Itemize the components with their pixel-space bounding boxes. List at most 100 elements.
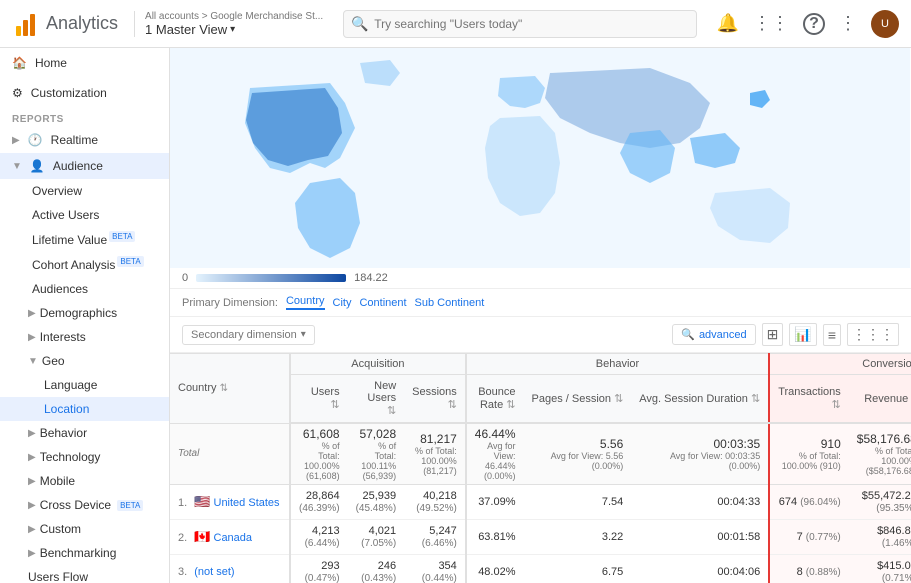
behavior-expand-icon: ▶ (28, 428, 36, 439)
sidebar-item-location[interactable]: Location (0, 397, 169, 421)
dimension-country[interactable]: Country (286, 295, 325, 310)
apps-icon[interactable]: ⋮⋮ (753, 13, 789, 34)
cell-sessions-0: 40,218 (49.52%) (404, 485, 466, 520)
new-users-sort-icon: ⇅ (387, 405, 396, 417)
sidebar-item-active-users[interactable]: Active Users (0, 203, 169, 227)
sidebar-item-custom[interactable]: ▶ Custom (0, 517, 169, 541)
avatar[interactable]: U (871, 10, 899, 38)
col-country-header: Country ⇅ (170, 354, 290, 424)
col-sessions-header[interactable]: Sessions ⇅ (404, 375, 466, 424)
reports-section-label: REPORTS (0, 108, 169, 127)
col-users-header[interactable]: Users ⇅ (290, 375, 348, 424)
avg-sort-icon: ⇅ (751, 393, 760, 405)
home-icon: 🏠 (12, 56, 27, 70)
dimension-sub-continent[interactable]: Sub Continent (415, 297, 485, 309)
cell-sessions-2: 354 (0.44%) (404, 555, 466, 583)
sidebar-item-technology[interactable]: ▶ Technology (0, 445, 169, 469)
cell-new-users-1: 4,021 (7.05%) (348, 520, 405, 555)
table-row: 2. 🇨🇦 Canada 4,213 (6.44%) 4,021 (7.05%)… (170, 520, 911, 555)
pages-sort-icon: ⇅ (614, 393, 623, 405)
help-icon[interactable]: ? (803, 13, 825, 35)
country-link-1[interactable]: Canada (214, 532, 253, 544)
sidebar-item-audiences[interactable]: Audiences (0, 277, 169, 301)
clock-icon: 🕐 (28, 133, 43, 147)
conversions-group-header: Conversions eCommerce ▾ (769, 354, 911, 375)
cell-revenue-1: $846.80 (1.46%) (849, 520, 911, 555)
benchmarking-expand-icon: ▶ (28, 548, 36, 559)
sidebar-item-interests[interactable]: ▶ Interests (0, 325, 169, 349)
sidebar: 🏠 Home ⚙ Customization REPORTS ▶ 🕐 Realt… (0, 48, 170, 583)
dimension-city[interactable]: City (333, 297, 352, 309)
totals-users-sub: % of Total: 100.00% (61,608) (299, 441, 340, 481)
audience-expand-icon: ▼ (12, 161, 22, 172)
more-icon[interactable]: ⋮ (839, 13, 857, 34)
cross-device-expand-icon: ▶ (28, 500, 36, 511)
notifications-icon[interactable]: 🔔 (717, 13, 739, 34)
col-revenue-header[interactable]: Revenue ↓ (849, 375, 911, 424)
master-view[interactable]: 1 Master View ▾ (145, 22, 323, 37)
secondary-dimension-selector[interactable]: Secondary dimension ▾ (182, 325, 315, 345)
filter-icon[interactable]: ≡ (823, 324, 841, 346)
chart-view-icon[interactable]: 📊 (789, 323, 816, 346)
table-controls-row: Secondary dimension ▾ 🔍 advanced ⊞ 📊 ≡ ⋮… (170, 317, 911, 353)
col-pages-session-header[interactable]: Pages / Session ⇅ (524, 375, 632, 424)
cell-new-users-0: 25,939 (45.48%) (348, 485, 405, 520)
acquisition-group-header: Acquisition (290, 354, 466, 375)
beta-badge3: BETA (117, 500, 143, 511)
sidebar-item-lifetime-value[interactable]: Lifetime ValueBETA (0, 227, 169, 252)
header: Analytics All accounts > Google Merchand… (0, 0, 911, 48)
dimension-continent[interactable]: Continent (359, 297, 406, 309)
country-sort-icon[interactable]: ⇅ (220, 383, 228, 394)
country-link-2[interactable]: (not set) (194, 566, 234, 578)
cell-revenue-0: $55,472.29 (95.35%) (849, 485, 911, 520)
cell-bounce-rate-1: 63.81% (466, 520, 524, 555)
sessions-sort-icon: ⇅ (448, 399, 457, 411)
totals-label: Total (170, 423, 290, 485)
col-bounce-rate-header[interactable]: Bounce Rate ⇅ (466, 375, 524, 424)
country-flag: 🇺🇸 (194, 494, 210, 509)
sidebar-item-demographics[interactable]: ▶ Demographics (0, 301, 169, 325)
beta-badge: BETA (109, 231, 135, 242)
cell-avg-session-0: 00:04:33 (631, 485, 769, 520)
sidebar-item-behavior[interactable]: ▶ Behavior (0, 421, 169, 445)
sidebar-item-audience[interactable]: ▼ 👤 Audience (0, 153, 169, 179)
totals-new-users: 57,028 % of Total: 100.11% (56,939) (348, 423, 405, 485)
map-legend: 0 184.22 (170, 268, 911, 288)
sidebar-item-cohort-analysis[interactable]: Cohort AnalysisBETA (0, 252, 169, 277)
cell-new-users-2: 246 (0.43%) (348, 555, 405, 583)
sidebar-item-customization[interactable]: ⚙ Customization (0, 78, 169, 108)
geo-expand-icon: ▼ (28, 356, 38, 367)
cell-transactions-1: 7 (0.77%) (769, 520, 849, 555)
search-input[interactable] (343, 10, 696, 38)
sidebar-item-benchmarking[interactable]: ▶ Benchmarking (0, 541, 169, 565)
map-section: 0 184.22 (170, 48, 911, 288)
sidebar-item-home[interactable]: 🏠 Home (0, 48, 169, 78)
search-advanced-btn[interactable]: 🔍 advanced (672, 324, 755, 345)
sidebar-item-realtime[interactable]: ▶ 🕐 Realtime (0, 127, 169, 153)
breadcrumb-top: All accounts > Google Merchandise St... (145, 11, 323, 22)
content-area: 0 184.22 Primary Dimension: Country City… (170, 48, 911, 583)
secondary-dimension-chevron: ▾ (301, 329, 306, 340)
sidebar-item-mobile[interactable]: ▶ Mobile (0, 469, 169, 493)
col-avg-session-header[interactable]: Avg. Session Duration ⇅ (631, 375, 769, 424)
sidebar-item-cross-device[interactable]: ▶ Cross DeviceBETA (0, 493, 169, 517)
cell-pages-session-1: 3.22 (524, 520, 632, 555)
sidebar-item-geo[interactable]: ▼ Geo (0, 349, 169, 373)
sidebar-item-users-flow[interactable]: Users Flow (0, 565, 169, 583)
bounce-sort-icon: ⇅ (506, 399, 515, 411)
custom-expand-icon: ▶ (28, 524, 36, 535)
country-link-0[interactable]: United States (214, 497, 280, 509)
totals-users: 61,608 % of Total: 100.00% (61,608) (290, 423, 348, 485)
breadcrumb: All accounts > Google Merchandise St... … (134, 11, 323, 37)
sidebar-item-overview[interactable]: Overview (0, 179, 169, 203)
header-icons: 🔔 ⋮⋮ ? ⋮ U (717, 10, 899, 38)
cell-country-0: 1. 🇺🇸 United States (170, 485, 290, 520)
cell-bounce-rate-0: 37.09% (466, 485, 524, 520)
columns-icon[interactable]: ⋮⋮⋮ (847, 323, 899, 346)
sidebar-item-language[interactable]: Language (0, 373, 169, 397)
totals-avg-session: 00:03:35 Avg for View: 00:03:35 (0.00%) (631, 423, 769, 485)
grid-view-icon[interactable]: ⊞ (762, 323, 784, 346)
col-new-users-header[interactable]: New Users ⇅ (348, 375, 405, 424)
col-transactions-header[interactable]: Transactions ⇅ (769, 375, 849, 424)
table-row: 3. (not set) 293 (0.47%) 246 (0.43%) 354… (170, 555, 911, 583)
